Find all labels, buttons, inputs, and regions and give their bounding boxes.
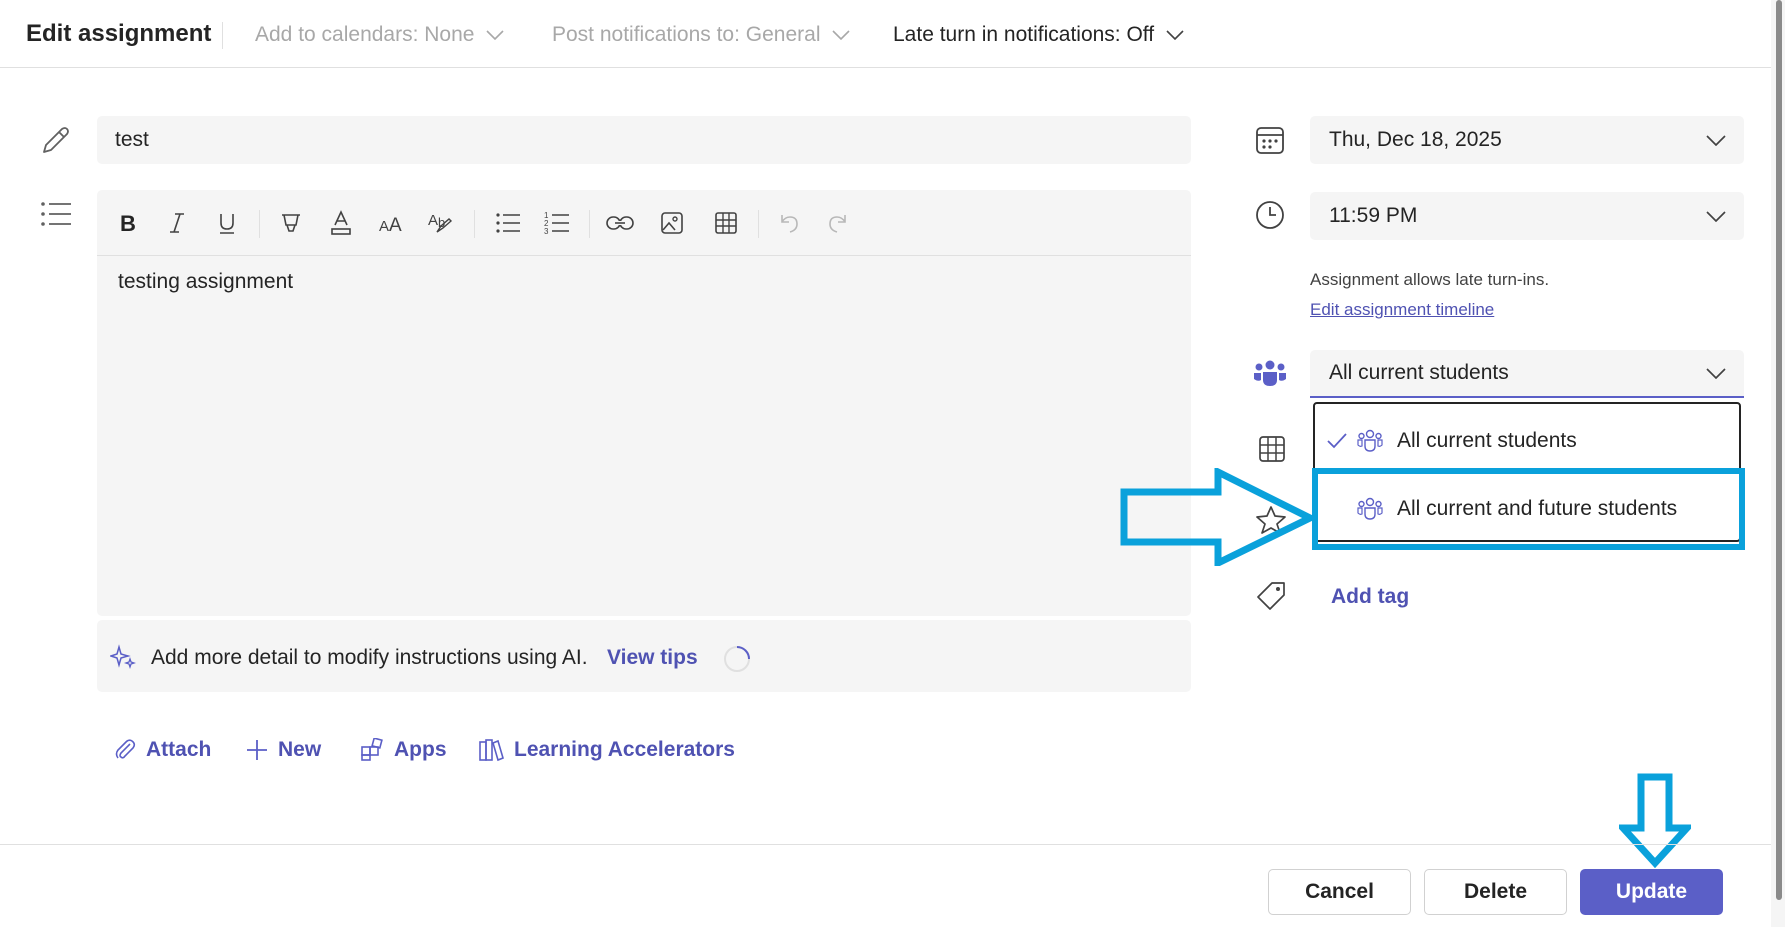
books-icon (478, 738, 504, 762)
apps-label: Apps (394, 738, 447, 761)
toolbar-divider (758, 210, 759, 238)
attach-label: Attach (146, 738, 212, 761)
assign-to-students-dropdown[interactable]: All current students (1310, 350, 1744, 398)
late-turn-in-notifications-label: Late turn in notifications: Off (893, 23, 1155, 46)
due-time-value: 11:59 PM (1329, 204, 1418, 227)
assign-to-value: All current students (1329, 361, 1509, 384)
late-turn-in-notifications-dropdown[interactable]: Late turn in notifications: Off (893, 23, 1184, 47)
table-icon[interactable] (709, 206, 743, 240)
bold-icon[interactable]: B (111, 206, 145, 240)
learning-accelerators-label: Learning Accelerators (514, 738, 735, 761)
list-icon (40, 200, 72, 228)
bulleted-list-icon[interactable] (491, 206, 525, 240)
svg-text:A: A (428, 212, 438, 229)
instructions-text[interactable]: testing assignment (118, 270, 293, 294)
add-tag-button[interactable]: Add tag (1331, 585, 1409, 609)
spell-check-icon[interactable]: Ab (423, 206, 457, 240)
chevron-down-icon (832, 30, 851, 40)
post-notifications-dropdown[interactable]: Post notifications to: General (552, 23, 851, 47)
view-tips-link[interactable]: View tips (607, 646, 698, 670)
assignment-title-input[interactable] (97, 116, 1191, 164)
team-outline-icon (1357, 429, 1383, 453)
checkmark-icon (1327, 433, 1357, 449)
chevron-down-icon (1706, 134, 1726, 146)
option-label: All current students (1397, 429, 1577, 452)
image-icon[interactable] (655, 206, 689, 240)
font-color-icon[interactable] (324, 206, 358, 240)
redo-icon[interactable] (821, 206, 855, 240)
clock-icon (1255, 200, 1285, 230)
chevron-down-icon (1166, 30, 1184, 40)
calendar-icon (1255, 125, 1285, 155)
right-arrow-annotation-icon (1120, 468, 1320, 566)
toolbar-divider (474, 210, 475, 238)
new-label: New (278, 738, 322, 761)
paperclip-icon (114, 738, 136, 762)
option-all-current-students[interactable]: All current students (1327, 413, 1727, 469)
post-notifications-label: Post notifications to: General (552, 23, 821, 46)
svg-text:3: 3 (544, 227, 549, 236)
apps-icon (360, 738, 384, 762)
cancel-button[interactable]: Cancel (1268, 869, 1411, 915)
add-to-calendars-dropdown[interactable]: Add to calendars: None (255, 23, 505, 47)
svg-text:A: A (389, 215, 402, 235)
team-icon (1253, 358, 1287, 388)
tag-icon (1255, 580, 1287, 612)
scrollbar-thumb[interactable] (1776, 0, 1782, 900)
annotation-highlight-box (1312, 468, 1745, 550)
header-divider (222, 22, 223, 49)
undo-icon[interactable] (772, 206, 806, 240)
page-title: Edit assignment (26, 20, 212, 47)
formatting-toolbar (97, 190, 1191, 256)
loading-spinner-icon (722, 644, 752, 674)
late-turn-in-note: Assignment allows late turn-ins. (1310, 270, 1550, 289)
underline-icon[interactable] (210, 206, 244, 240)
svg-text:A: A (379, 218, 389, 235)
toolbar-divider (589, 210, 590, 238)
sparkle-icon (110, 644, 136, 670)
attach-button[interactable]: Attach (114, 738, 211, 762)
footer-divider (0, 844, 1771, 845)
add-to-calendars-label: Add to calendars: None (255, 23, 475, 46)
edit-assignment-timeline-link[interactable]: Edit assignment timeline (1310, 300, 1494, 320)
chevron-down-icon (1706, 210, 1726, 222)
svg-text:B: B (120, 211, 136, 235)
toolbar-divider (259, 210, 260, 238)
font-size-icon[interactable]: AA (374, 206, 408, 240)
delete-button[interactable]: Delete (1424, 869, 1567, 915)
due-date-value: Thu, Dec 18, 2025 (1329, 128, 1502, 151)
down-arrow-annotation-icon (1619, 773, 1691, 868)
grid-icon (1258, 435, 1286, 463)
update-button[interactable]: Update (1580, 869, 1723, 915)
numbered-list-icon[interactable]: 123 (540, 206, 574, 240)
pencil-icon (38, 124, 72, 158)
due-date-picker[interactable]: Thu, Dec 18, 2025 (1310, 116, 1744, 164)
chevron-down-icon (486, 30, 505, 40)
highlight-icon[interactable] (274, 206, 308, 240)
ai-hint-text: Add more detail to modify instructions u… (151, 646, 588, 669)
plus-icon (246, 739, 268, 761)
italic-icon[interactable] (160, 206, 194, 240)
due-time-picker[interactable]: 11:59 PM (1310, 192, 1744, 240)
link-icon[interactable] (603, 206, 637, 240)
apps-button[interactable]: Apps (360, 738, 447, 762)
chevron-down-icon (1706, 367, 1726, 379)
new-button[interactable]: New (246, 738, 321, 762)
learning-accelerators-button[interactable]: Learning Accelerators (478, 738, 735, 762)
